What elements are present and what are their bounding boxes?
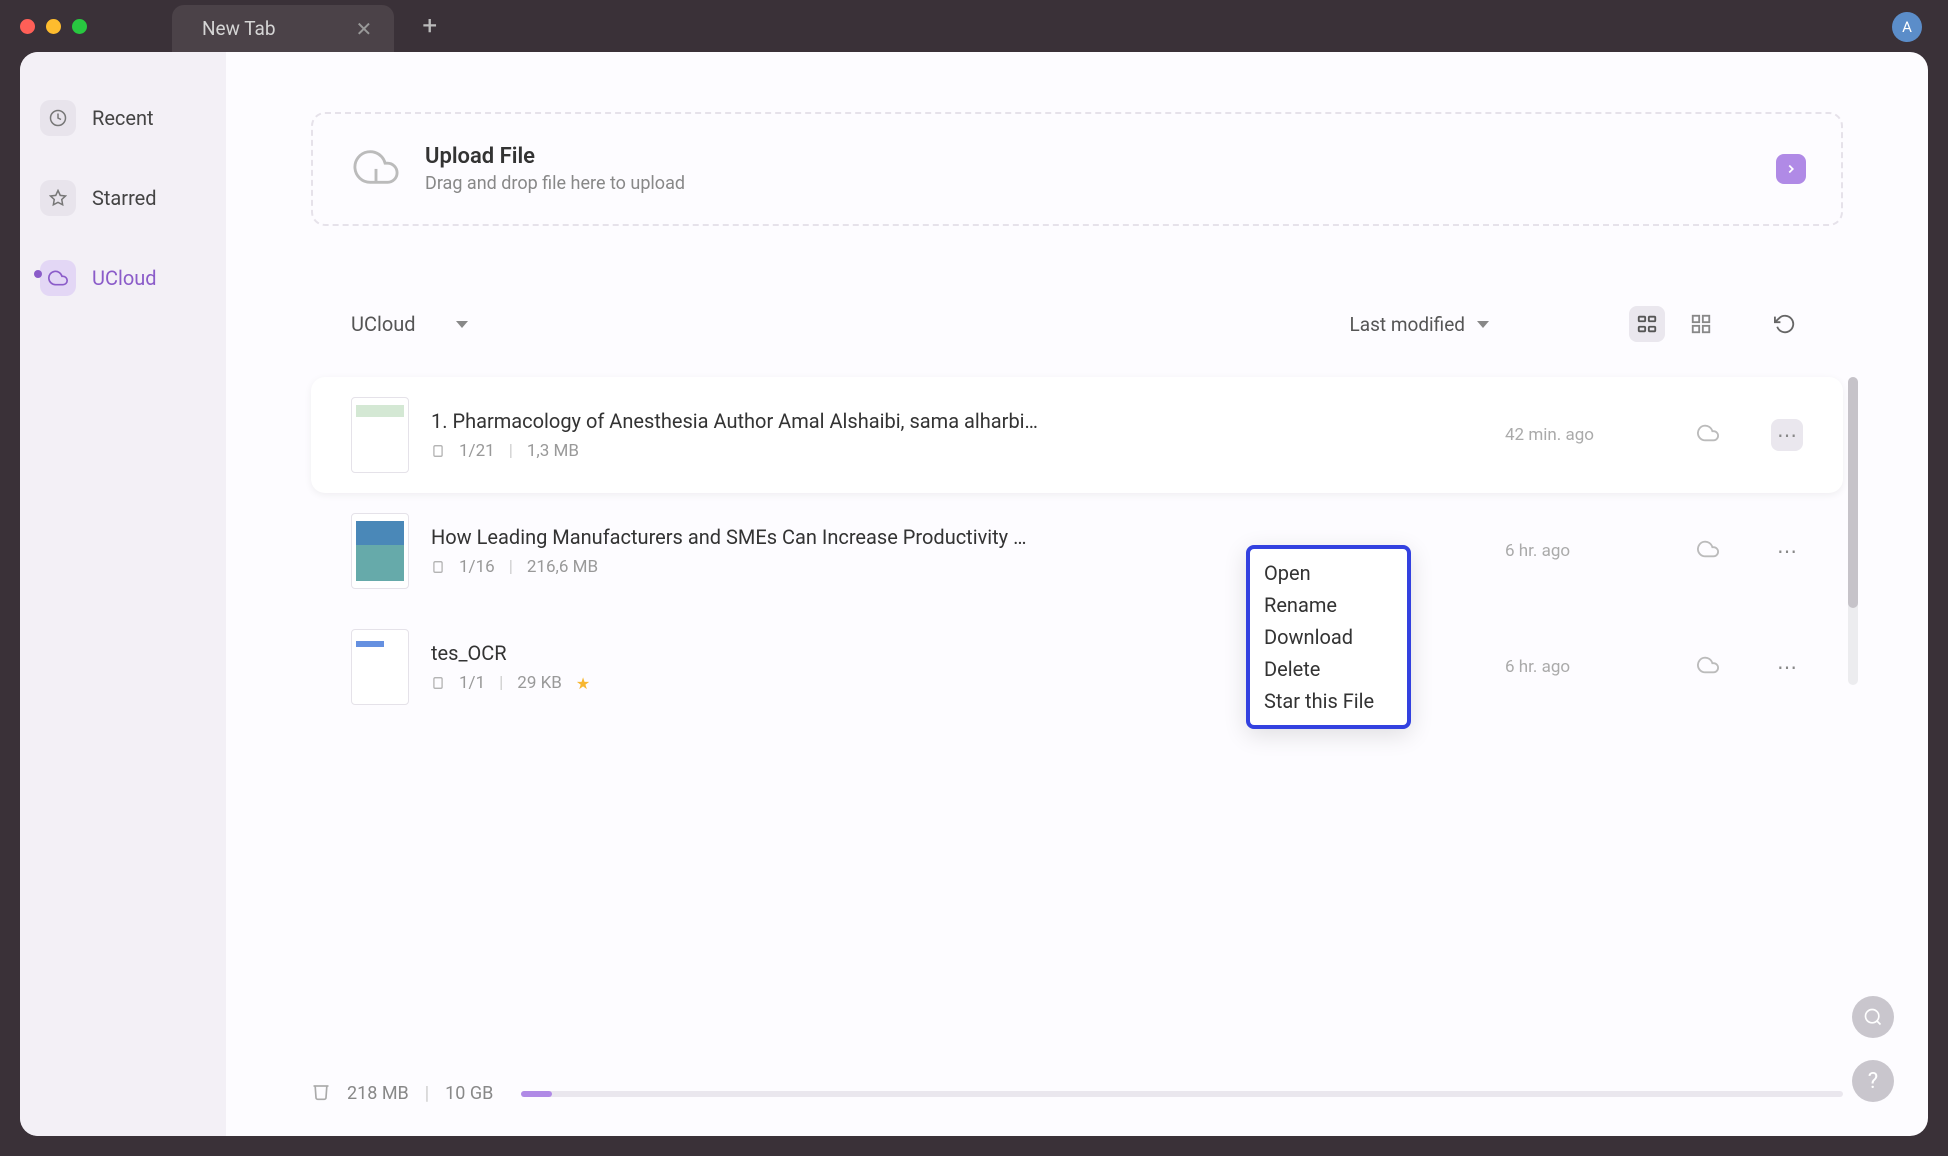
user-avatar[interactable]: A xyxy=(1892,12,1922,42)
search-icon xyxy=(1863,1007,1883,1027)
file-size: 1,3 MB xyxy=(527,441,579,461)
close-tab-button[interactable]: ✕ xyxy=(356,17,373,41)
upload-expand-button[interactable] xyxy=(1776,154,1806,184)
titlebar: New Tab ✕ + A xyxy=(0,0,1948,52)
list-view-button[interactable] xyxy=(1629,306,1665,342)
storage-progress-fill xyxy=(521,1091,551,1097)
new-tab-button[interactable]: + xyxy=(422,11,437,41)
meta-separator: | xyxy=(499,673,503,693)
file-name: How Leading Manufacturers and SMEs Can I… xyxy=(431,525,1041,549)
help-fab[interactable]: ? xyxy=(1852,1060,1894,1102)
sidebar-item-label: Recent xyxy=(92,106,154,130)
file-modified-time: 6 hr. ago xyxy=(1505,541,1635,561)
close-window-button[interactable] xyxy=(20,19,35,34)
pages-icon xyxy=(431,444,445,458)
file-modified-time: 6 hr. ago xyxy=(1505,657,1635,677)
sidebar-item-label: Starred xyxy=(92,186,157,210)
file-size: 216,6 MB xyxy=(527,557,598,577)
storage-total: 10 GB xyxy=(445,1083,493,1104)
app-window: Recent Starred UCloud Upload File Drag a… xyxy=(20,52,1928,1136)
folder-dropdown[interactable]: UCloud xyxy=(351,312,468,336)
file-modified-time: 42 min. ago xyxy=(1505,425,1635,445)
file-pages: 1/21 xyxy=(459,441,495,461)
maximize-window-button[interactable] xyxy=(72,19,87,34)
file-meta: 1/21 | 1,3 MB xyxy=(431,441,1483,461)
browser-tab[interactable]: New Tab ✕ xyxy=(172,5,394,52)
file-more-button[interactable]: ⋯ xyxy=(1771,535,1803,567)
context-item-rename[interactable]: Rename xyxy=(1258,589,1399,621)
sidebar-item-ucloud[interactable]: UCloud xyxy=(40,252,206,304)
cloud-status-icon xyxy=(1697,654,1719,680)
upload-title: Upload File xyxy=(425,144,685,169)
sort-label: Last modified xyxy=(1350,313,1465,336)
star-icon xyxy=(40,180,76,216)
help-icon: ? xyxy=(1868,1069,1878,1094)
tab-title: New Tab xyxy=(202,17,276,40)
file-name: tes_OCR xyxy=(431,641,1041,665)
sidebar-item-label: UCloud xyxy=(92,266,157,290)
file-info: 1. Pharmacology of Anesthesia Author Ama… xyxy=(431,409,1483,461)
file-more-button[interactable]: ⋯ xyxy=(1771,651,1803,683)
file-row[interactable]: 1. Pharmacology of Anesthesia Author Ama… xyxy=(311,377,1843,493)
cloud-status-icon xyxy=(1697,422,1719,448)
caret-down-icon xyxy=(456,321,468,328)
active-indicator-dot xyxy=(34,270,42,278)
storage-bar: 218 MB | 10 GB xyxy=(311,1081,1843,1106)
file-more-button[interactable]: ⋯ xyxy=(1771,419,1803,451)
file-row[interactable]: How Leading Manufacturers and SMEs Can I… xyxy=(311,493,1843,609)
file-thumbnail xyxy=(351,397,409,473)
file-pages: 1/1 xyxy=(459,673,485,693)
clock-icon xyxy=(40,100,76,136)
meta-separator: | xyxy=(509,557,513,577)
scrollbar-track[interactable] xyxy=(1848,377,1858,685)
trash-icon[interactable] xyxy=(311,1081,331,1106)
storage-separator: | xyxy=(425,1083,429,1104)
file-context-menu: Open Rename Download Delete Star this Fi… xyxy=(1246,545,1411,729)
context-item-star[interactable]: Star this File xyxy=(1258,685,1399,717)
cloud-status-icon xyxy=(1697,538,1719,564)
storage-progress-bar xyxy=(521,1091,1843,1097)
upload-subtitle: Drag and drop file here to upload xyxy=(425,173,685,194)
upload-dropzone[interactable]: Upload File Drag and drop file here to u… xyxy=(311,112,1843,226)
files-toolbar: UCloud Last modified xyxy=(311,306,1843,342)
cloud-upload-icon xyxy=(353,144,399,194)
context-item-open[interactable]: Open xyxy=(1258,557,1399,589)
file-thumbnail xyxy=(351,629,409,705)
file-thumbnail xyxy=(351,513,409,589)
main-content: Upload File Drag and drop file here to u… xyxy=(226,52,1928,1136)
folder-label: UCloud xyxy=(351,312,416,336)
sidebar-item-recent[interactable]: Recent xyxy=(40,92,206,144)
scrollbar-thumb[interactable] xyxy=(1848,377,1858,608)
view-switcher xyxy=(1629,306,1803,342)
pages-icon xyxy=(431,676,445,690)
context-item-download[interactable]: Download xyxy=(1258,621,1399,653)
meta-separator: | xyxy=(509,441,513,461)
avatar-letter: A xyxy=(1902,18,1912,36)
file-list: 1. Pharmacology of Anesthesia Author Ama… xyxy=(311,377,1843,725)
caret-down-icon xyxy=(1477,321,1489,328)
sort-dropdown[interactable]: Last modified xyxy=(1350,313,1489,336)
storage-used: 218 MB xyxy=(347,1083,409,1104)
context-item-delete[interactable]: Delete xyxy=(1258,653,1399,685)
window-controls xyxy=(20,19,87,34)
sidebar: Recent Starred UCloud xyxy=(20,52,226,1136)
star-icon: ★ xyxy=(576,674,590,693)
file-row[interactable]: tes_OCR 1/1 | 29 KB ★ 6 hr. ago ⋯ xyxy=(311,609,1843,725)
cloud-icon xyxy=(40,260,76,296)
minimize-window-button[interactable] xyxy=(46,19,61,34)
upload-text: Upload File Drag and drop file here to u… xyxy=(425,144,685,194)
refresh-button[interactable] xyxy=(1767,306,1803,342)
file-size: 29 KB xyxy=(517,673,562,693)
grid-view-button[interactable] xyxy=(1683,306,1719,342)
file-pages: 1/16 xyxy=(459,557,495,577)
pages-icon xyxy=(431,560,445,574)
file-name: 1. Pharmacology of Anesthesia Author Ama… xyxy=(431,409,1041,433)
sidebar-item-starred[interactable]: Starred xyxy=(40,172,206,224)
search-fab[interactable] xyxy=(1852,996,1894,1038)
